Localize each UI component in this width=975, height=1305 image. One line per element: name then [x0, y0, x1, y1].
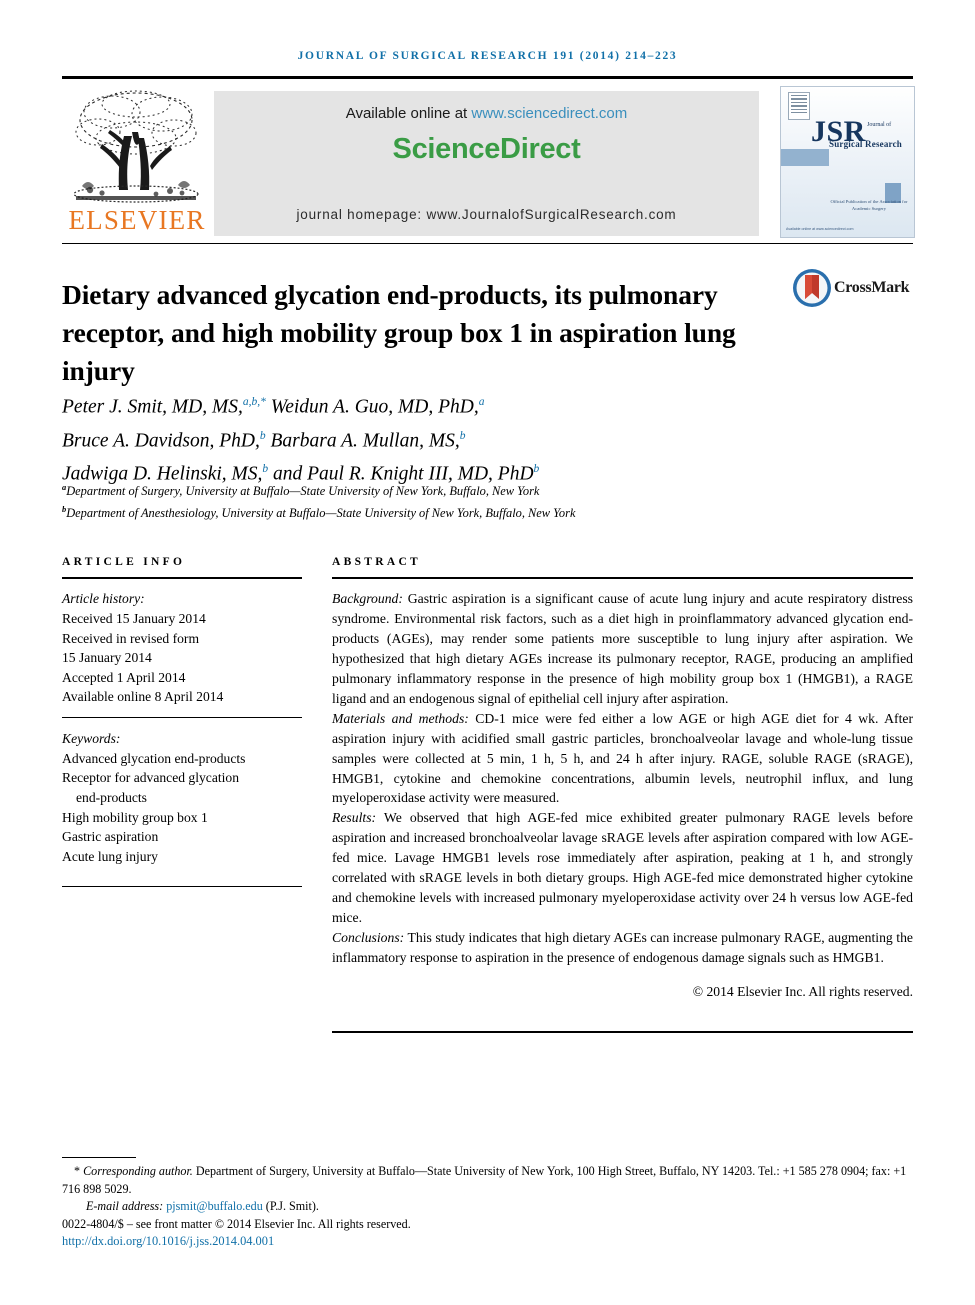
- keywords-block: Keywords: Advanced glycation end-product…: [62, 729, 302, 866]
- email-note: E-mail address: pjsmit@buffalo.edu (P.J.…: [62, 1198, 913, 1216]
- footnote-rule: [62, 1157, 136, 1159]
- abstract-section-text: Gastric aspiration is a significant caus…: [332, 591, 913, 706]
- article-first-page: JOURNAL OF SURGICAL RESEARCH 191 (2014) …: [0, 0, 975, 1305]
- journal-cover-thumbnail[interactable]: JSR Journal of Surgical Research Officia…: [780, 86, 915, 238]
- abstract-section: Materials and methods: CD-1 mice were fe…: [332, 709, 913, 809]
- elsevier-wordmark: ELSEVIER: [68, 205, 206, 235]
- abstract-section-label: Background:: [332, 591, 403, 607]
- affiliation-text: Department of Surgery, University at Buf…: [66, 484, 540, 499]
- affiliation-item: aDepartment of Surgery, University at Bu…: [62, 479, 822, 501]
- article-history-block: Article history: Received 15 January 201…: [62, 589, 302, 707]
- journal-homepage-link[interactable]: journal homepage: www.JournalofSurgicalR…: [214, 207, 759, 222]
- affiliation-list: aDepartment of Surgery, University at Bu…: [62, 479, 822, 522]
- available-online-label: Available online at: [345, 105, 472, 122]
- keyword-item: Receptor for advanced glycation: [62, 770, 240, 786]
- footnote-block: * Corresponding author. Department of Su…: [62, 1163, 913, 1251]
- history-item: Received 15 January 2014: [62, 610, 206, 626]
- author-line-1: Peter J. Smit, MD, MS,a,b,* Weidun A. Gu…: [62, 388, 822, 422]
- author-list: Peter J. Smit, MD, MS,a,b,* Weidun A. Gu…: [62, 388, 822, 489]
- cover-band-upper: [781, 149, 829, 166]
- article-info-heading: ARTICLE INFO: [62, 556, 186, 568]
- keyword-item: High mobility group box 1: [62, 809, 208, 825]
- abstract-section-text: We observed that high AGE-fed mice exhib…: [332, 810, 913, 925]
- abstract-section-text: This study indicates that high dietary A…: [332, 929, 913, 965]
- masthead: ELSEVIER Available online at www.science…: [62, 86, 915, 238]
- cover-subtitle-main: Surgical Research: [829, 139, 902, 149]
- author-name: Bruce A. Davidson, PhD,: [62, 430, 260, 451]
- sciencedirect-logo[interactable]: ScienceDirect: [214, 133, 759, 166]
- header-rule: [62, 76, 913, 79]
- running-head: JOURNAL OF SURGICAL RESEARCH 191 (2014) …: [297, 50, 678, 62]
- affiliation-marker: a,b,*: [242, 396, 266, 408]
- keyword-item-continuation: end-products: [76, 789, 147, 805]
- author-name: Weidun A. Guo, MD, PhD,: [265, 396, 479, 418]
- abstract-section: Background: Gastric aspiration is a sign…: [332, 589, 913, 708]
- keyword-item: Acute lung injury: [62, 848, 158, 864]
- affiliation-text: Department of Anesthesiology, University…: [66, 505, 576, 520]
- cover-association-note: Official Publication of the Association …: [830, 199, 908, 211]
- elsevier-tree-logo: ELSEVIER: [62, 86, 210, 236]
- sciencedirect-url-link[interactable]: www.sciencedirect.com: [471, 105, 627, 122]
- abstract-section: Conclusions: This study indicates that h…: [332, 928, 913, 968]
- available-online-line: Available online at www.sciencedirect.co…: [214, 105, 759, 122]
- masthead-rule: [62, 243, 913, 245]
- cover-footer-text: Available online at www.sciencedirect.co…: [786, 226, 854, 231]
- crossmark-label: CrossMark: [834, 279, 910, 296]
- article-info-rule: [62, 577, 302, 580]
- affiliation-marker: a: [478, 396, 485, 408]
- affiliation-item: bDepartment of Anesthesiology, Universit…: [62, 501, 822, 523]
- keyword-item: Advanced glycation end-products: [62, 750, 246, 766]
- affiliation-marker: b: [533, 463, 540, 475]
- email-owner: (P.J. Smit).: [265, 1199, 319, 1214]
- author-name: Barbara A. Mullan, MS,: [265, 430, 460, 451]
- abstract-copyright: © 2014 Elsevier Inc. All rights reserved…: [692, 983, 913, 999]
- author-line-2: Bruce A. Davidson, PhD, b Barbara A. Mull…: [62, 422, 822, 456]
- keywords-label: Keywords:: [62, 731, 121, 747]
- abstract-bottom-rule: [332, 1031, 913, 1034]
- corresponding-marker: *: [74, 1164, 81, 1178]
- article-info-column: ARTICLE INFO Article history: Received 1…: [62, 556, 302, 888]
- abstract-column: ABSTRACT Background: Gastric aspiration …: [332, 556, 913, 1002]
- author-name: Peter J. Smit, MD, MS,: [62, 396, 243, 418]
- history-item: Received in revised form: [62, 630, 200, 646]
- corresponding-author-label: Corresponding author.: [83, 1164, 193, 1178]
- front-matter-note: 0022-4804/$ – see front matter © 2014 El…: [62, 1216, 411, 1231]
- crossmark-badge[interactable]: CrossMark: [792, 268, 910, 308]
- doi-link[interactable]: http://dx.doi.org/10.1016/j.jss.2014.04.…: [62, 1233, 913, 1251]
- abstract-section-label: Results:: [332, 810, 377, 826]
- email-address-label: E-mail address:: [86, 1199, 164, 1214]
- cover-elsevier-logo-icon: [788, 92, 810, 120]
- keywords-top-rule: [62, 716, 302, 719]
- corresponding-author-note: * Corresponding author. Department of Su…: [62, 1163, 913, 1198]
- abstract-heading: ABSTRACT: [332, 556, 422, 568]
- history-item: 15 January 2014: [62, 650, 152, 666]
- affiliation-marker: b: [459, 429, 466, 442]
- history-item: Available online 8 April 2014: [62, 689, 224, 705]
- abstract-body: Background: Gastric aspiration is a sign…: [332, 589, 913, 1001]
- abstract-section-label: Materials and methods:: [332, 710, 469, 726]
- history-item: Accepted 1 April 2014: [62, 669, 186, 685]
- abstract-section: Results: We observed that high AGE-fed m…: [332, 808, 913, 927]
- sciencedirect-banner: Available online at www.sciencedirect.co…: [214, 91, 759, 236]
- abstract-rule: [332, 577, 913, 580]
- article-title: Dietary advanced glycation end-products,…: [62, 279, 736, 387]
- article-history-label: Article history:: [62, 591, 145, 607]
- keyword-item: Gastric aspiration: [62, 829, 159, 845]
- keywords-bottom-rule: [62, 886, 302, 888]
- cover-subtitle-small: Journal of: [867, 122, 892, 128]
- email-address-link[interactable]: pjsmit@buffalo.edu: [166, 1199, 263, 1213]
- abstract-section-label: Conclusions:: [332, 929, 405, 945]
